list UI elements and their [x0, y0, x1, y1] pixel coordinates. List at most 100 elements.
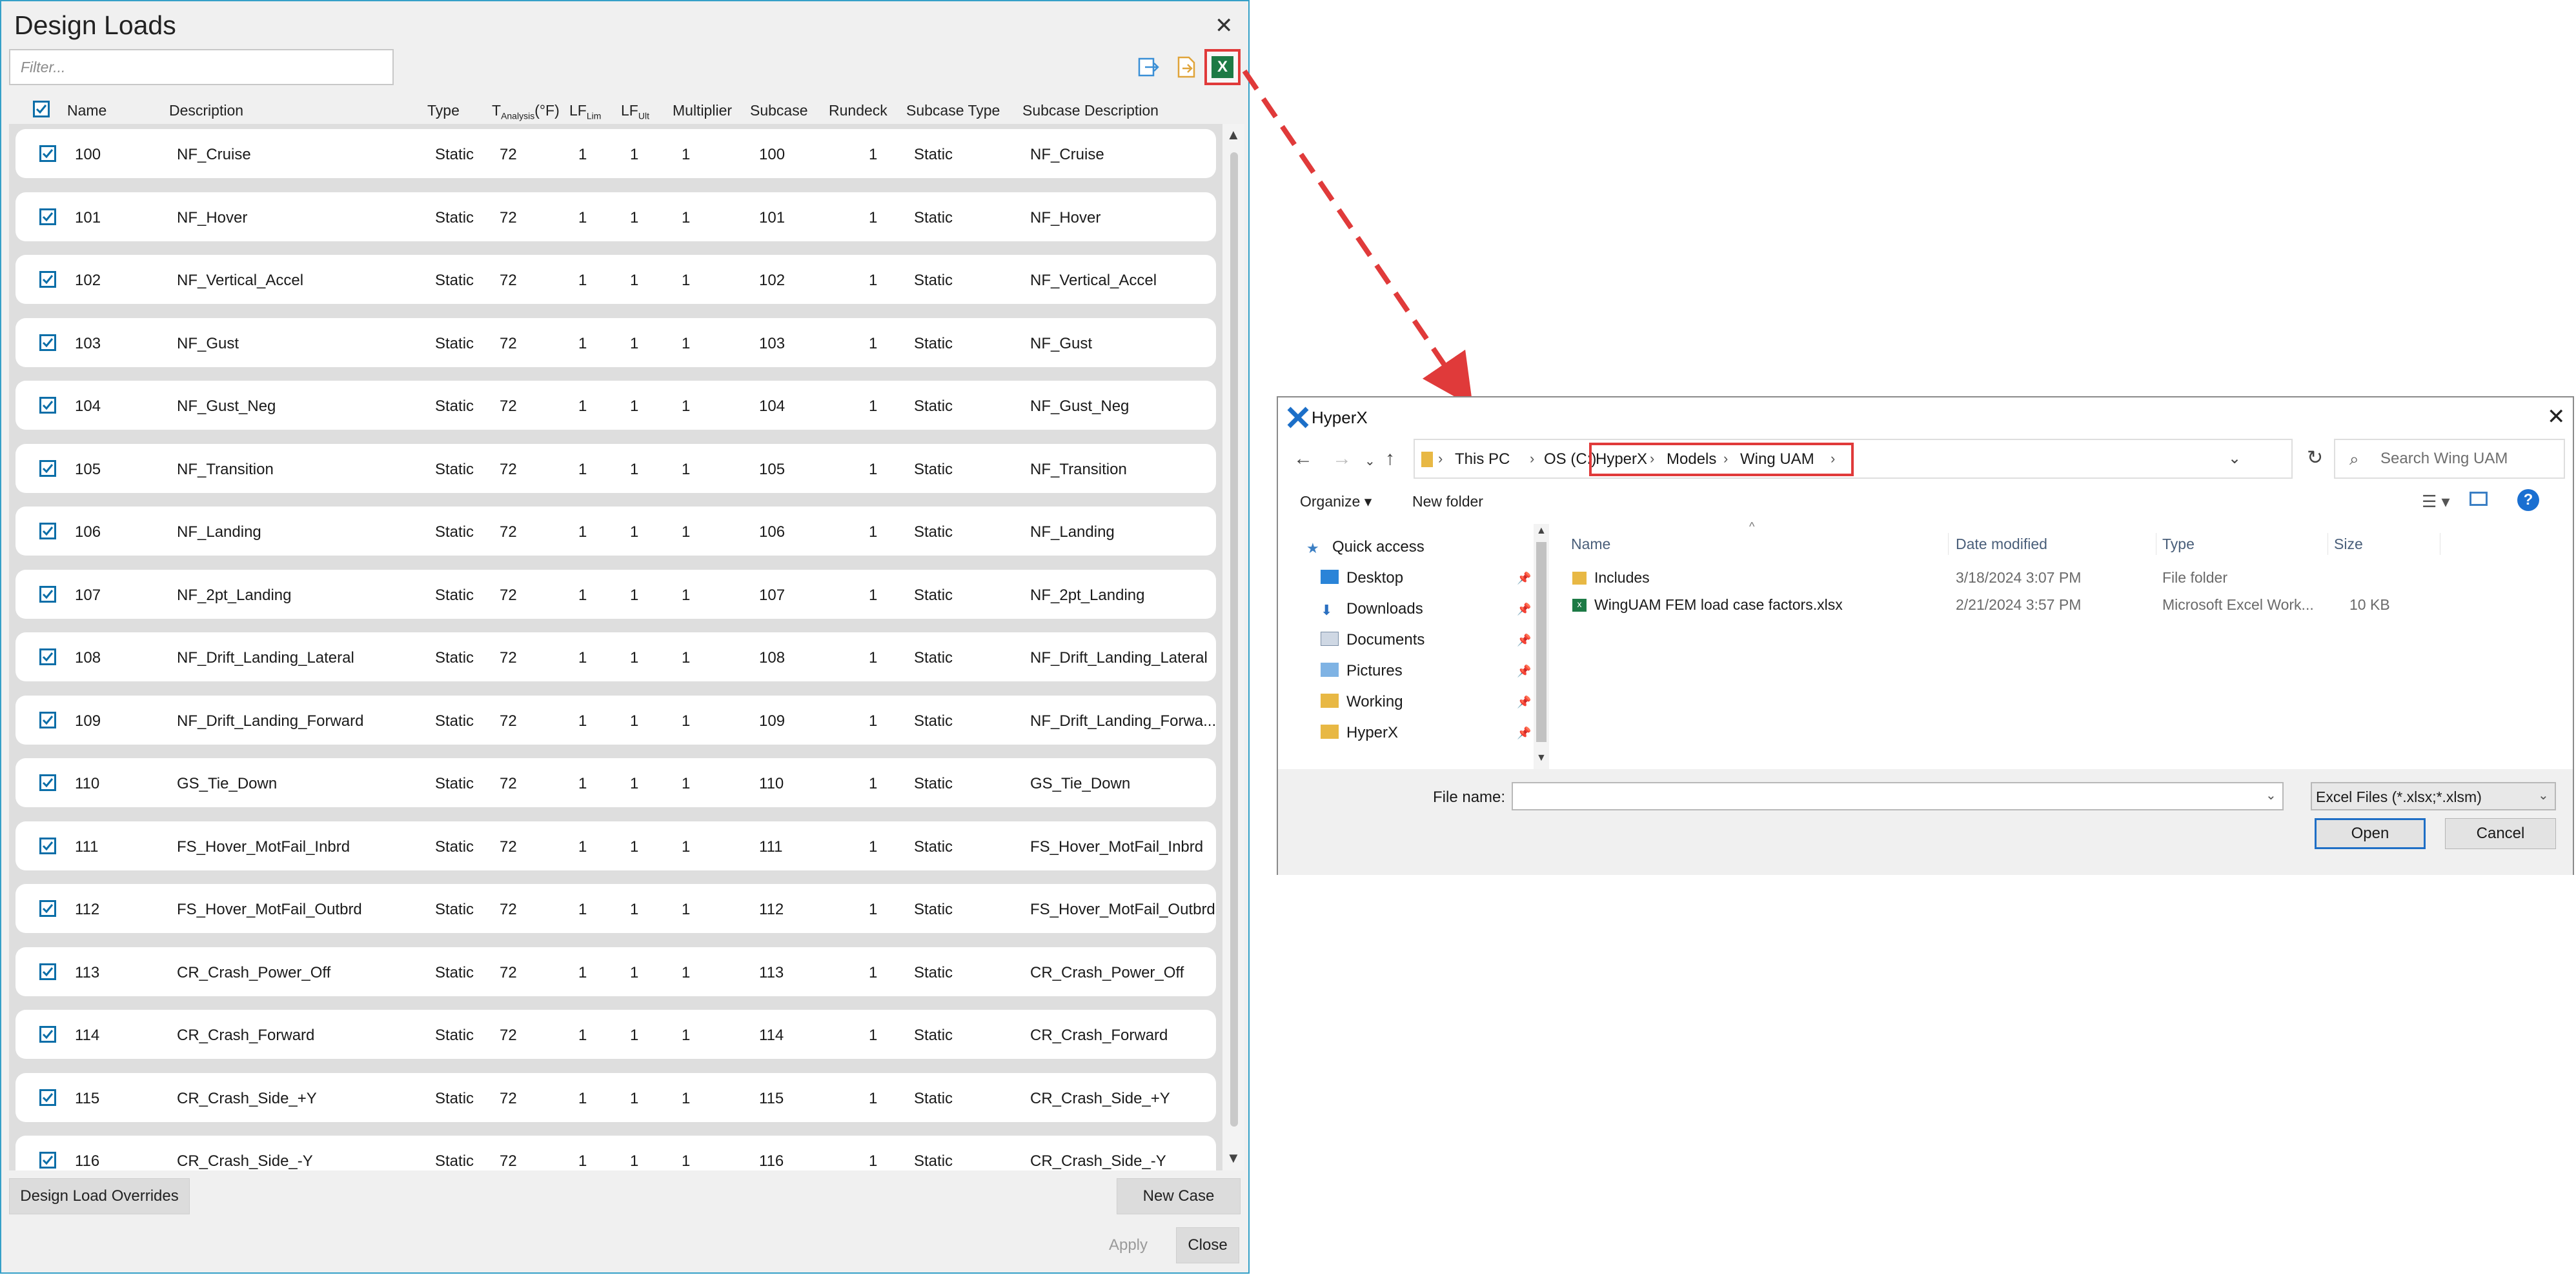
recent-locations-icon[interactable]: ⌄	[1364, 453, 1375, 469]
table-row[interactable]: 105 NF_Transition Static 72 1 1 1 105 1 Static NF_…	[15, 443, 1216, 493]
select-all-checkbox[interactable]	[33, 101, 50, 117]
column-name[interactable]: Name	[1571, 536, 1610, 553]
chevron-down-icon[interactable]: ⌄	[2266, 787, 2277, 803]
vertical-scrollbar[interactable]: ▲ ▼	[1222, 124, 1244, 1170]
table-row[interactable]: 101 NF_Hover Static 72 1 1 1 101 1 Static NF_Hover	[15, 192, 1216, 241]
address-bar[interactable]: › This PC › OS (C:) › HyperX › Models › …	[1414, 439, 2293, 479]
open-button[interactable]: Open	[2315, 818, 2426, 849]
nav-scrollbar[interactable]: ▲ ▼	[1534, 524, 1549, 769]
pin-icon[interactable]: 📌	[1517, 727, 1531, 740]
column-date-modified[interactable]: Date modified	[1956, 536, 2047, 553]
row-checkbox[interactable]	[39, 963, 56, 980]
search-input[interactable]	[2334, 439, 2565, 479]
preview-pane-icon[interactable]	[2470, 492, 2488, 506]
header-t-analysis[interactable]: TAnalysis(°F)	[492, 102, 560, 121]
design-load-overrides-button[interactable]: Design Load Overrides	[9, 1178, 190, 1214]
import-icon[interactable]	[1176, 55, 1198, 79]
row-checkbox[interactable]	[39, 271, 56, 288]
table-row[interactable]: 103 NF_Gust Static 72 1 1 1 103 1 Static NF_Gust	[15, 317, 1216, 367]
header-rundeck[interactable]: Rundeck	[829, 102, 887, 119]
header-subcase-type[interactable]: Subcase Type	[906, 102, 1000, 119]
row-checkbox[interactable]	[39, 837, 56, 854]
table-row[interactable]: 107 NF_2pt_Landing Static 72 1 1 1 107 1 Static NF…	[15, 569, 1216, 619]
row-checkbox[interactable]	[39, 711, 56, 728]
nav-item-quick-access[interactable]: ★ Quick access	[1306, 538, 1425, 556]
header-type[interactable]: Type	[427, 102, 460, 119]
pin-icon[interactable]: 📌	[1517, 603, 1531, 616]
row-checkbox[interactable]	[39, 459, 56, 477]
row-checkbox[interactable]	[39, 1089, 56, 1106]
export-icon[interactable]	[1137, 55, 1159, 79]
table-row[interactable]: 110 GS_Tie_Down Static 72 1 1 1 110 1 Static GS_Ti…	[15, 758, 1216, 807]
chevron-down-icon[interactable]: ⌄	[2228, 449, 2241, 468]
table-row[interactable]: 114 CR_Crash_Forward Static 72 1 1 1 114 1 Static…	[15, 1010, 1216, 1059]
design-loads-list[interactable]: 100 NF_Cruise Static 72 1 1 1 100 1 Static NF_Crui…	[9, 124, 1244, 1170]
table-row[interactable]: 102 NF_Vertical_Accel Static 72 1 1 1 102 1 Stati…	[15, 255, 1216, 304]
header-subcase[interactable]: Subcase	[750, 102, 808, 119]
scroll-up-icon[interactable]: ▲	[1536, 525, 1547, 537]
row-checkbox[interactable]	[39, 208, 56, 225]
nav-item-documents[interactable]: Documents	[1321, 631, 1425, 649]
nav-item-downloads[interactable]: ⬇ Downloads	[1321, 600, 1423, 618]
table-row[interactable]: 116 CR_Crash_Side_-Y Static 72 1 1 1 116 1 Static…	[15, 1136, 1216, 1170]
table-row[interactable]: 115 CR_Crash_Side_+Y Static 72 1 1 1 115 1 Static…	[15, 1072, 1216, 1122]
row-checkbox[interactable]	[39, 774, 56, 791]
forward-arrow-icon[interactable]: →	[1332, 448, 1352, 470]
header-lf-ult[interactable]: LFUlt	[621, 102, 649, 121]
close-icon[interactable]: ✕	[2547, 404, 2566, 430]
breadcrumb-this-pc[interactable]: This PC	[1455, 450, 1510, 468]
table-row[interactable]: 108 NF_Drift_Landing_Lateral Static 72 1 1 1 10…	[15, 632, 1216, 681]
table-row[interactable]: 112 FS_Hover_MotFail_Outbrd Static 72 1 1 1 112…	[15, 884, 1216, 933]
up-arrow-icon[interactable]: ↑	[1385, 448, 1395, 470]
header-multiplier[interactable]: Multiplier	[673, 102, 732, 119]
scroll-up-icon[interactable]: ▲	[1226, 126, 1241, 143]
cancel-button[interactable]: Cancel	[2445, 818, 2556, 849]
scroll-thumb[interactable]	[1536, 542, 1547, 742]
table-row[interactable]: 100 NF_Cruise Static 72 1 1 1 100 1 Static NF_Crui…	[15, 129, 1216, 178]
scroll-down-icon[interactable]: ▼	[1536, 752, 1547, 764]
row-checkbox[interactable]	[39, 585, 56, 603]
header-name[interactable]: Name	[67, 102, 106, 119]
nav-item-desktop[interactable]: Desktop	[1321, 569, 1403, 587]
chevron-down-icon[interactable]: ⌄	[2538, 787, 2549, 803]
row-checkbox[interactable]	[39, 1152, 56, 1169]
file-row[interactable]: x WingUAM FEM load case factors.xlsx 2/21/…	[1549, 592, 2574, 618]
row-checkbox[interactable]	[39, 900, 56, 917]
back-arrow-icon[interactable]: ←	[1293, 448, 1313, 470]
excel-import-button[interactable]: X	[1204, 49, 1241, 85]
column-size[interactable]: Size	[2334, 536, 2363, 553]
file-name-input[interactable]	[1512, 782, 2284, 810]
scroll-down-icon[interactable]: ▼	[1226, 1150, 1241, 1167]
scroll-thumb[interactable]	[1230, 152, 1238, 1127]
breadcrumb-models[interactable]: Models	[1667, 450, 1716, 468]
close-icon[interactable]: ✕	[1215, 13, 1233, 39]
nav-item-working[interactable]: Working	[1321, 693, 1403, 711]
help-icon[interactable]: ?	[2517, 489, 2539, 511]
row-checkbox[interactable]	[39, 1026, 56, 1043]
apply-button[interactable]: Apply	[1099, 1227, 1158, 1263]
row-checkbox[interactable]	[39, 648, 56, 665]
pin-icon[interactable]: 📌	[1517, 665, 1531, 678]
organize-menu[interactable]: Organize ▾	[1300, 493, 1372, 510]
row-checkbox[interactable]	[39, 334, 56, 351]
nav-item-hyperx[interactable]: HyperX	[1321, 724, 1398, 742]
breadcrumb-wing-uam[interactable]: Wing UAM	[1740, 450, 1814, 468]
table-row[interactable]: 109 NF_Drift_Landing_Forward Static 72 1 1 1 10…	[15, 695, 1216, 745]
new-folder-button[interactable]: New folder	[1412, 493, 1483, 510]
breadcrumb-hyperx[interactable]: HyperX	[1596, 450, 1647, 468]
view-options-icon[interactable]: ☰ ▾	[2422, 492, 2450, 512]
header-subcase-description[interactable]: Subcase Description	[1022, 102, 1159, 119]
filter-input[interactable]	[9, 49, 394, 85]
file-type-select[interactable]: Excel Files (*.xlsx;*.xlsm)	[2311, 782, 2556, 810]
row-checkbox[interactable]	[39, 145, 56, 162]
nav-item-pictures[interactable]: Pictures	[1321, 662, 1403, 680]
pin-icon[interactable]: 📌	[1517, 572, 1531, 585]
close-button[interactable]: Close	[1176, 1227, 1239, 1263]
table-row[interactable]: 104 NF_Gust_Neg Static 72 1 1 1 104 1 Static NF_Gu…	[15, 381, 1216, 430]
column-type[interactable]: Type	[2162, 536, 2195, 553]
table-row[interactable]: 113 CR_Crash_Power_Off Static 72 1 1 1 113 1 Stat…	[15, 947, 1216, 996]
row-checkbox[interactable]	[39, 397, 56, 414]
pin-icon[interactable]: 📌	[1517, 696, 1531, 709]
header-lf-lim[interactable]: LFLim	[569, 102, 601, 121]
table-row[interactable]: 106 NF_Landing Static 72 1 1 1 106 1 Static NF_Lan…	[15, 507, 1216, 556]
